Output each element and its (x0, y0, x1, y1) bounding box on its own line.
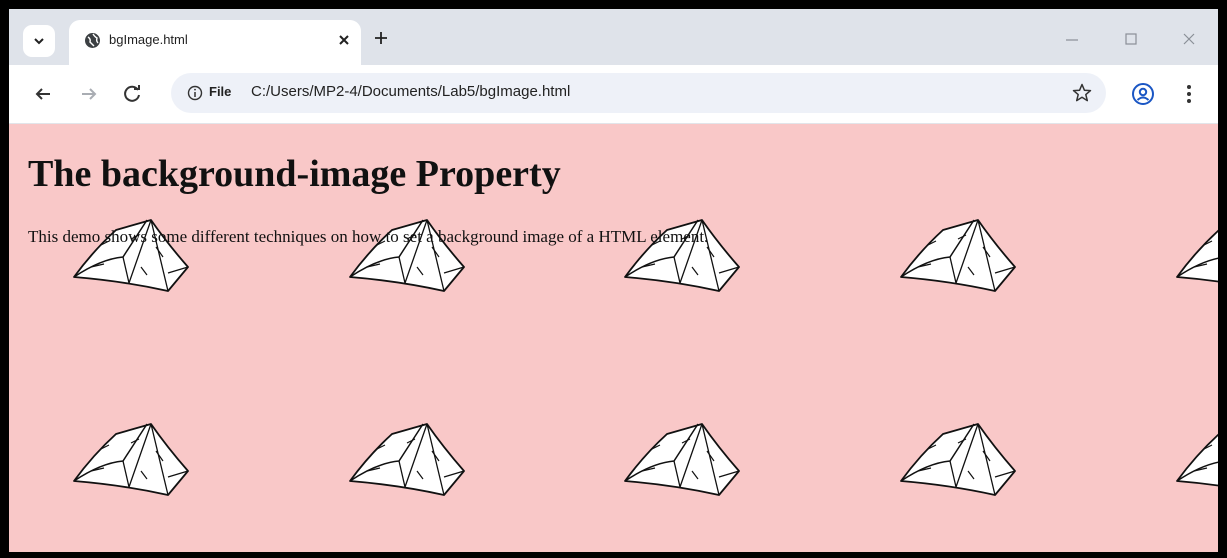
menu-dots-icon[interactable] (1177, 82, 1201, 106)
paper-tile-icon (622, 421, 742, 497)
site-info-label: File (209, 84, 232, 99)
site-info-chip[interactable]: File (171, 73, 241, 113)
url-text: C:/Users/MP2-4/Documents/Lab5/bgImage.ht… (251, 83, 571, 100)
page-viewport: The background-image Property This demo … (9, 124, 1218, 552)
plus-icon[interactable] (373, 30, 389, 46)
browser-toolbar: File C:/Users/MP2-4/Documents/Lab5/bgIma… (9, 65, 1218, 124)
paper-tile-icon (898, 217, 1018, 293)
active-tab[interactable]: bgImage.html (69, 20, 361, 65)
window-close-icon[interactable] (1179, 29, 1199, 49)
tab-strip: bgImage.html (9, 9, 1218, 65)
info-icon (187, 85, 203, 101)
star-icon[interactable] (1071, 82, 1093, 104)
chevron-down-icon (34, 38, 44, 45)
page-heading: The background-image Property (28, 153, 561, 195)
globe-icon (85, 33, 100, 48)
paper-tile-icon (1174, 421, 1218, 497)
maximize-icon[interactable] (1121, 29, 1141, 49)
forward-arrow-icon[interactable] (77, 82, 101, 106)
browser-window: bgImage.html File C:/Users/MP2-4/Documen… (9, 9, 1218, 552)
paper-tile-icon (898, 421, 1018, 497)
paper-tile-icon (347, 421, 467, 497)
paper-tile-icon (1174, 217, 1218, 293)
reload-icon[interactable] (121, 82, 145, 106)
profile-icon[interactable] (1131, 82, 1155, 106)
tab-title: bgImage.html (109, 32, 188, 47)
minimize-icon[interactable] (1062, 29, 1082, 49)
address-bar[interactable]: File C:/Users/MP2-4/Documents/Lab5/bgIma… (171, 73, 1106, 113)
close-icon[interactable] (337, 33, 351, 47)
back-arrow-icon[interactable] (31, 82, 55, 106)
page-paragraph: This demo shows some different technique… (28, 227, 709, 246)
paper-tile-icon (71, 421, 191, 497)
tab-search-button[interactable] (23, 25, 55, 57)
